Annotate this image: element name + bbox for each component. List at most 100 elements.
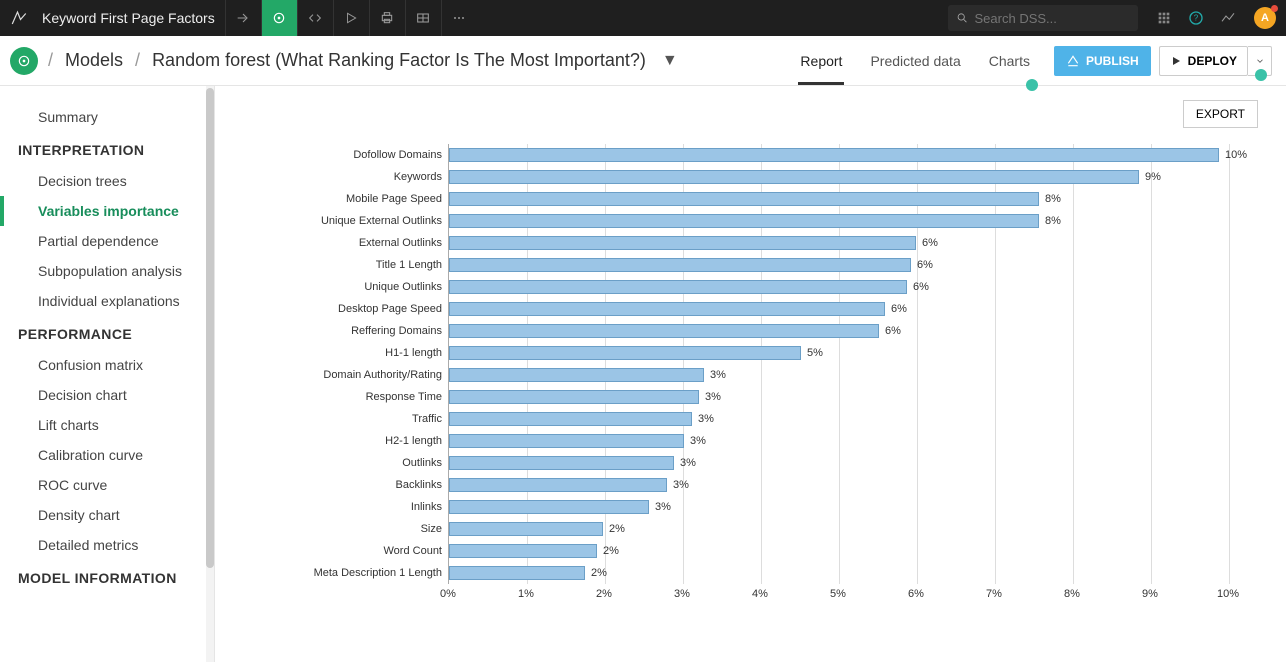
global-search[interactable] [948,5,1138,31]
chart-category-label: Unique Outlinks [273,281,448,293]
sidebar-item-variables-importance[interactable]: Variables importance [0,196,214,226]
search-input[interactable] [975,11,1130,26]
chart-category-label: Desktop Page Speed [273,303,448,315]
chart-bar [449,214,1039,228]
chart-value-label: 3% [655,501,671,513]
deploy-icon [1170,55,1182,67]
axis-tick-label: 7% [986,588,1002,600]
tab-report[interactable]: Report [786,36,856,85]
chart-category-label: Meta Description 1 Length [273,567,448,579]
more-icon[interactable] [441,0,477,36]
sidebar-item-partial-dependence[interactable]: Partial dependence [0,226,214,256]
print-icon[interactable] [369,0,405,36]
sidebar-item-decision-chart[interactable]: Decision chart [0,380,214,410]
chart-category-label: Traffic [273,413,448,425]
chart-bar [449,412,692,426]
flow-icon[interactable] [261,0,297,36]
flow-home-icon[interactable] [10,47,38,75]
chart-bar [449,280,907,294]
chart-value-label: 6% [891,303,907,315]
chart-category-label: Word Count [273,545,448,557]
chart-bar [449,192,1039,206]
publish-button[interactable]: PUBLISH [1054,46,1151,76]
variables-importance-chart: Dofollow Domains10%Keywords9%Mobile Page… [273,144,1258,606]
notification-dot [1271,5,1278,12]
chart-bar [449,478,667,492]
publish-label: PUBLISH [1086,54,1139,68]
chart-category-label: H2-1 length [273,435,448,447]
avatar[interactable]: A [1254,7,1276,29]
chart-row: Desktop Page Speed 6% [273,298,1258,320]
sidebar-item-individual-explanations[interactable]: Individual explanations [0,286,214,316]
axis-tick-label: 8% [1064,588,1080,600]
publish-icon [1066,54,1080,68]
play-icon[interactable] [333,0,369,36]
sidebar-item-summary[interactable]: Summary [0,102,214,132]
axis-tick-label: 5% [830,588,846,600]
logo-icon [6,9,32,27]
deploy-button[interactable]: DEPLOY [1159,46,1248,76]
chart-value-label: 6% [917,259,933,271]
sidebar-item-density-chart[interactable]: Density chart [0,500,214,530]
axis-tick-label: 10% [1217,588,1239,600]
deploy-label: DEPLOY [1188,54,1237,68]
apps-icon[interactable] [1148,10,1180,26]
sidebar-item-roc-curve[interactable]: ROC curve [0,470,214,500]
sidebar-item-detailed-metrics[interactable]: Detailed metrics [0,530,214,560]
sidebar: Summary INTERPRETATION Decision trees Va… [0,86,215,662]
axis-tick-label: 3% [674,588,690,600]
sidebar-scrollbar[interactable] [206,86,214,662]
sidebar-header-interpretation: INTERPRETATION [0,132,214,166]
breadcrumb-models[interactable]: Models [57,50,131,71]
chart-row: Inlinks 3% [273,496,1258,518]
share-icon[interactable] [225,0,261,36]
activity-icon[interactable] [1212,10,1244,26]
deploy-dropdown[interactable] [1248,46,1272,76]
search-icon [956,11,969,25]
chart-category-label: Dofollow Domains [273,149,448,161]
chart-bar [449,148,1219,162]
chart-value-label: 3% [680,457,696,469]
chart-bar [449,522,603,536]
chart-bar [449,170,1139,184]
axis-tick-label: 6% [908,588,924,600]
help-icon[interactable]: ? [1180,10,1212,26]
export-button[interactable]: EXPORT [1183,100,1258,128]
sidebar-item-decision-trees[interactable]: Decision trees [0,166,214,196]
breadcrumb-model-name[interactable]: Random forest (What Ranking Factor Is Th… [144,50,654,71]
sidebar-item-lift-charts[interactable]: Lift charts [0,410,214,440]
chart-bar [449,302,885,316]
axis-tick-label: 2% [596,588,612,600]
code-icon[interactable] [297,0,333,36]
svg-text:?: ? [1194,14,1199,23]
chart-value-label: 6% [913,281,929,293]
sidebar-item-calibration-curve[interactable]: Calibration curve [0,440,214,470]
chart-row: Size2% [273,518,1258,540]
chart-category-label: Inlinks [273,501,448,513]
chart-value-label: 10% [1225,149,1247,161]
sidebar-item-subpopulation[interactable]: Subpopulation analysis [0,256,214,286]
chevron-down-icon[interactable]: ▼ [662,52,678,70]
chart-row: Traffic3% [273,408,1258,430]
chart-value-label: 8% [1045,215,1061,227]
table-icon[interactable] [405,0,441,36]
chart-category-label: Reffering Domains [273,325,448,337]
chart-row: Unique Outlinks 6% [273,276,1258,298]
chart-bar [449,368,704,382]
chart-value-label: 6% [885,325,901,337]
chart-value-label: 2% [591,567,607,579]
tab-predicted-data[interactable]: Predicted data [856,36,974,85]
chart-row: External Outlinks6% [273,232,1258,254]
chart-value-label: 5% [807,347,823,359]
breadcrumb-sep: / [131,50,144,71]
chart-bar [449,390,699,404]
chart-category-label: Domain Authority/Rating [273,369,448,381]
chart-category-label: Unique External Outlinks [273,215,448,227]
chart-bar [449,566,585,580]
tab-charts[interactable]: Charts [975,36,1044,85]
chart-value-label: 2% [609,523,625,535]
axis-tick-label: 0% [440,588,456,600]
axis-tick-label: 4% [752,588,768,600]
chart-bar [449,500,649,514]
sidebar-item-confusion-matrix[interactable]: Confusion matrix [0,350,214,380]
